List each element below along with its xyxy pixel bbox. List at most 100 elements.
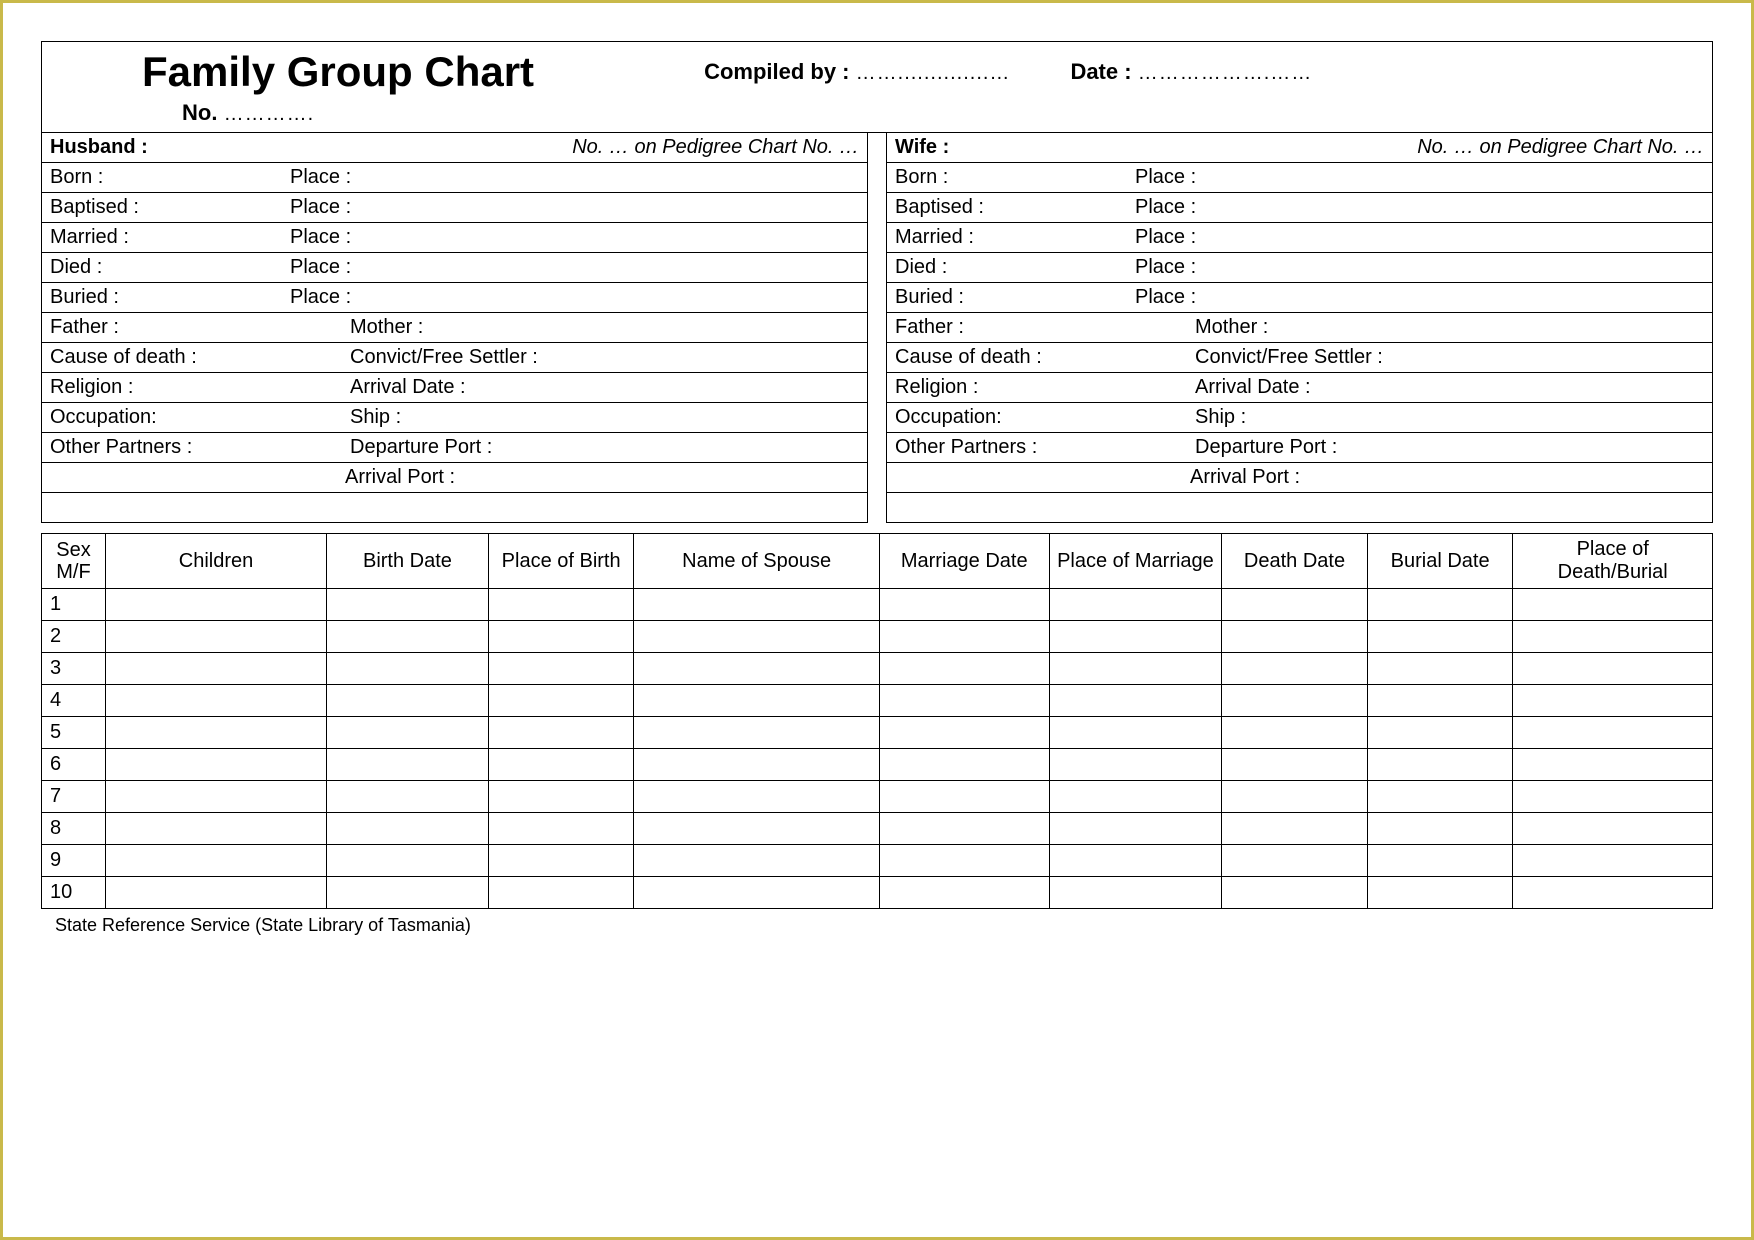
husband-baptised: Baptised :Place : — [42, 193, 867, 223]
table-cell — [1367, 685, 1513, 717]
no-dots: …………. — [224, 103, 315, 125]
col-spouse: Name of Spouse — [634, 534, 879, 589]
col-place-of-db: Place of Death/Burial — [1513, 534, 1713, 589]
table-cell — [634, 685, 879, 717]
children-body: 12345678910 — [42, 589, 1713, 909]
table-cell — [105, 685, 326, 717]
husband-married: Married :Place : — [42, 223, 867, 253]
table-cell — [327, 781, 489, 813]
table-cell — [105, 877, 326, 909]
wife-label: Wife : — [895, 136, 1135, 159]
table-cell — [1513, 781, 1713, 813]
table-cell — [105, 749, 326, 781]
table-row: 2 — [42, 621, 1713, 653]
table-cell — [1367, 717, 1513, 749]
table-cell — [488, 749, 634, 781]
table-cell — [879, 845, 1049, 877]
col-sex: Sex M/F — [42, 534, 106, 589]
wife-cause: Cause of death :Convict/Free Settler : — [887, 343, 1712, 373]
table-cell — [634, 813, 879, 845]
page: Family Group Chart Compiled by : …….....… — [41, 41, 1713, 936]
husband-arrival-port: Arrival Port : — [42, 463, 867, 493]
table-cell — [1513, 813, 1713, 845]
table-cell — [879, 717, 1049, 749]
husband-partners: Other Partners :Departure Port : — [42, 433, 867, 463]
table-cell — [488, 653, 634, 685]
table-cell — [1222, 685, 1368, 717]
table-cell — [488, 589, 634, 621]
table-cell — [634, 845, 879, 877]
table-cell — [327, 589, 489, 621]
table-cell — [1049, 589, 1222, 621]
col-death-date: Death Date — [1222, 534, 1368, 589]
wife-religion: Religion :Arrival Date : — [887, 373, 1712, 403]
row-number: 1 — [42, 589, 106, 621]
table-cell — [1513, 877, 1713, 909]
wife-occupation: Occupation:Ship : — [887, 403, 1712, 433]
col-marriage-date: Marriage Date — [879, 534, 1049, 589]
table-cell — [879, 749, 1049, 781]
header-row: Family Group Chart Compiled by : …….....… — [52, 48, 1702, 96]
wife-pedigree: No. … on Pedigree Chart No. … — [1135, 136, 1704, 159]
wife-buried: Buried :Place : — [887, 283, 1712, 313]
table-row: 6 — [42, 749, 1713, 781]
table-cell — [1049, 813, 1222, 845]
table-cell — [105, 621, 326, 653]
table-row: 5 — [42, 717, 1713, 749]
husband-born: Born :Place : — [42, 163, 867, 193]
table-cell — [488, 813, 634, 845]
table-cell — [488, 781, 634, 813]
wife-died: Died :Place : — [887, 253, 1712, 283]
table-cell — [1513, 621, 1713, 653]
wife-empty — [887, 493, 1712, 522]
table-cell — [327, 717, 489, 749]
row-number: 5 — [42, 717, 106, 749]
table-cell — [1049, 685, 1222, 717]
date-dots: ……………….…… — [1138, 62, 1313, 84]
table-cell — [1222, 845, 1368, 877]
wife-married: Married :Place : — [887, 223, 1712, 253]
husband-religion: Religion :Arrival Date : — [42, 373, 867, 403]
date-text: Date : — [1070, 59, 1131, 84]
table-cell — [634, 717, 879, 749]
children-header-row: Sex M/F Children Birth Date Place of Bir… — [42, 534, 1713, 589]
table-cell — [1222, 621, 1368, 653]
table-cell — [1049, 845, 1222, 877]
table-row: 9 — [42, 845, 1713, 877]
husband-column: Husband : No. … on Pedigree Chart No. … … — [41, 133, 868, 523]
table-cell — [634, 589, 879, 621]
table-cell — [1367, 877, 1513, 909]
table-cell — [105, 589, 326, 621]
table-cell — [1222, 877, 1368, 909]
table-cell — [327, 621, 489, 653]
table-cell — [1222, 781, 1368, 813]
row-number: 2 — [42, 621, 106, 653]
table-cell — [488, 877, 634, 909]
parents-section: Husband : No. … on Pedigree Chart No. … … — [41, 132, 1713, 523]
table-cell — [879, 621, 1049, 653]
husband-cause: Cause of death :Convict/Free Settler : — [42, 343, 867, 373]
husband-died: Died :Place : — [42, 253, 867, 283]
table-row: 10 — [42, 877, 1713, 909]
wife-baptised: Baptised :Place : — [887, 193, 1712, 223]
table-row: 8 — [42, 813, 1713, 845]
row-number: 9 — [42, 845, 106, 877]
table-row: 3 — [42, 653, 1713, 685]
table-row: 1 — [42, 589, 1713, 621]
row-number: 7 — [42, 781, 106, 813]
table-cell — [1222, 653, 1368, 685]
table-row: 7 — [42, 781, 1713, 813]
header-block: Family Group Chart Compiled by : …….....… — [41, 41, 1713, 132]
wife-born: Born :Place : — [887, 163, 1712, 193]
col-burial-date: Burial Date — [1367, 534, 1513, 589]
row-number: 4 — [42, 685, 106, 717]
husband-occupation: Occupation:Ship : — [42, 403, 867, 433]
col-birth-date: Birth Date — [327, 534, 489, 589]
wife-father-mother: Father :Mother : — [887, 313, 1712, 343]
table-cell — [1049, 653, 1222, 685]
table-cell — [1367, 845, 1513, 877]
table-cell — [1367, 781, 1513, 813]
children-table: Sex M/F Children Birth Date Place of Bir… — [41, 533, 1713, 909]
table-cell — [1049, 717, 1222, 749]
table-cell — [327, 877, 489, 909]
